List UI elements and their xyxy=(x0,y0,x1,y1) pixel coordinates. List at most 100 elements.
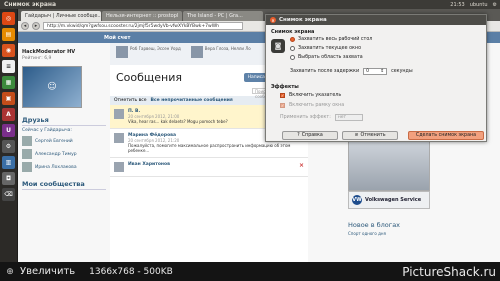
tab-prostopl[interactable]: Нельзя-интернет :: prostopl xyxy=(102,11,182,21)
include-border-checkbox[interactable]: ✓ xyxy=(280,103,285,108)
button-label: Отменить xyxy=(360,133,386,138)
watermark: PictureShack.ru xyxy=(402,264,496,279)
profile-name[interactable]: HackModerator HV xyxy=(22,49,106,55)
button-label: Справка xyxy=(301,133,323,138)
friend-name[interactable]: Сергей Евгений xyxy=(35,139,73,144)
firefox-icon[interactable]: ◉ xyxy=(2,44,15,57)
ad-item[interactable]: Вера Глоза, Нелли Ло xyxy=(190,46,251,62)
delete-message-icon[interactable]: × xyxy=(299,162,304,172)
ad-photo xyxy=(190,46,203,58)
select-all-link[interactable]: Отметить все xyxy=(114,98,146,103)
forward-icon[interactable]: ▸ xyxy=(32,22,40,30)
sender-avatar[interactable] xyxy=(114,109,124,119)
top-panel: Снимок экрана 21:53 ubuntu ⚙ xyxy=(0,0,500,9)
delay-value[interactable]: 0 xyxy=(366,69,369,74)
pointer-checkbox-row[interactable]: ✓ Включить указатель xyxy=(280,93,341,98)
message-text: Пожалуйста, помогите максимальное распро… xyxy=(128,143,291,153)
ad-banner[interactable]: VW Volkswagen Service xyxy=(348,191,430,209)
checkbox-label: Включить указатель xyxy=(289,93,342,98)
writer-icon[interactable]: ≡ xyxy=(2,60,15,73)
close-icon[interactable]: × xyxy=(270,17,276,23)
take-screenshot-button[interactable]: Сделать снимок экрана xyxy=(408,131,484,140)
camera-icon: ◙ xyxy=(271,39,285,53)
clock[interactable]: 21:53 xyxy=(450,2,464,8)
back-icon[interactable]: ◂ xyxy=(21,22,29,30)
zoom-link[interactable]: Увеличить xyxy=(20,266,75,277)
radio-label: Захватить весь рабочий стол xyxy=(298,37,373,42)
cancel-icon: ⊘ xyxy=(354,133,359,138)
launcher: ◎ ▤ ◉ ≡ ▦ ▣ A U ⚙ ▥ ◘ ⌫ xyxy=(0,9,18,281)
screenshot-dialog: × Снимок экрана Снимок экрана ◙ Захватить… xyxy=(265,14,487,142)
sender-avatar[interactable] xyxy=(114,162,124,172)
image-host-footer: ⊕ Увеличить 1366x768 - 500KB PictureShac… xyxy=(0,262,500,281)
files-icon[interactable]: ▤ xyxy=(2,28,15,41)
friends-heading[interactable]: Друзья xyxy=(22,116,106,126)
radio-whole-desktop[interactable]: Захватить весь рабочий стол xyxy=(290,37,372,42)
dash-icon[interactable]: ◎ xyxy=(2,12,15,25)
trash-icon[interactable]: ⌫ xyxy=(2,188,15,201)
zoom-icon[interactable]: ⊕ xyxy=(4,266,16,278)
impress-icon[interactable]: ▣ xyxy=(2,92,15,105)
ad-item[interactable]: Роб Гарвеш, Эссен Уорд xyxy=(116,46,181,62)
button-label: Сделать снимок экрана xyxy=(415,133,477,138)
capture-section-heading: Снимок экрана xyxy=(271,29,315,35)
ubuntu-one-icon[interactable]: U xyxy=(2,124,15,137)
border-checkbox-row[interactable]: ✓ Включить рамку окна xyxy=(280,103,344,108)
workspaces-icon[interactable]: ▥ xyxy=(2,156,15,169)
ad-text: Роб Гарвеш, Эссен Уорд xyxy=(130,46,181,51)
spinner-arrows-icon[interactable]: ⇕ xyxy=(380,69,384,74)
friend-name[interactable]: Александр Тимур xyxy=(35,152,77,157)
unread-messages-link[interactable]: Все непрочитанные сообщения xyxy=(150,98,232,103)
message-row[interactable]: Иван Харитонов × xyxy=(110,158,308,177)
friends-online-label: Сейчас у Гайдарыча: xyxy=(22,128,72,133)
include-pointer-checkbox[interactable]: ✓ xyxy=(280,93,285,98)
tab-vk-messages[interactable]: Гайдарыч | Личные сообще... xyxy=(21,11,101,21)
software-center-icon[interactable]: A xyxy=(2,108,15,121)
friend-item[interactable]: Ирина Лохлакова xyxy=(22,162,106,172)
dialog-titlebar: × Снимок экрана xyxy=(266,15,486,25)
page-title: Сообщения xyxy=(116,71,183,84)
power-icon[interactable]: ⚙ xyxy=(493,2,497,8)
checkbox-label: Включить рамку окна xyxy=(289,103,345,108)
sender-name[interactable]: Иван Харитонов xyxy=(128,162,295,167)
sender-avatar[interactable] xyxy=(114,133,124,143)
friend-item[interactable]: Сергей Евгений xyxy=(22,136,106,146)
friend-avatar xyxy=(22,136,32,146)
tab-the-island[interactable]: The Island - PC | Gra... xyxy=(183,11,263,21)
radio-dot[interactable] xyxy=(290,37,295,42)
ad-text: Вера Глоза, Нелли Ло xyxy=(204,46,251,51)
left-column: HackModerator HV Рейтинг: 6,9 ☺ Друзья С… xyxy=(18,43,110,271)
help-icon: ? xyxy=(297,133,300,138)
url-bar[interactable]: http://m.vkwid/qm?gwfsou.scooster.ru/2jm… xyxy=(43,22,243,30)
radio-dot[interactable] xyxy=(290,55,295,60)
radio-dot[interactable] xyxy=(290,46,295,51)
camera-icon[interactable]: ◘ xyxy=(2,172,15,185)
help-button[interactable]: ? Справка xyxy=(282,131,338,140)
calc-icon[interactable]: ▦ xyxy=(2,76,15,89)
delay-spinner[interactable]: 0 ⇕ xyxy=(363,68,388,75)
friend-avatar xyxy=(22,149,32,159)
active-window-title: Снимок экрана xyxy=(4,1,57,8)
blog-link[interactable]: Спорт одного дня xyxy=(348,231,386,236)
apply-effect-label: Применить эффект: xyxy=(280,115,331,120)
apply-effect-row: Применить эффект: нет xyxy=(280,114,363,121)
cancel-button[interactable]: ⊘ Отменить xyxy=(342,131,398,140)
radio-current-window[interactable]: Захватить текущее окно xyxy=(290,46,361,51)
settings-icon[interactable]: ⚙ xyxy=(2,140,15,153)
header-link[interactable]: Мой счет xyxy=(104,35,130,41)
effects-section-heading: Эффекты xyxy=(271,84,299,90)
vw-logo-icon: VW xyxy=(352,195,362,205)
communities-heading[interactable]: Мои сообщества xyxy=(22,180,106,190)
blogs-heading[interactable]: Новое в блогах xyxy=(348,221,400,229)
delay-unit: секунды xyxy=(391,69,413,74)
image-size: 1366x768 - 500KB xyxy=(89,266,173,277)
radio-label: Выбрать область захвата xyxy=(298,55,363,60)
profile-rating: Рейтинг: 6,9 xyxy=(22,56,52,61)
ad-photo xyxy=(116,46,128,58)
friend-item[interactable]: Александр Тимур xyxy=(22,149,106,159)
apply-effect-select[interactable]: нет xyxy=(334,114,363,121)
radio-select-area[interactable]: Выбрать область захвата xyxy=(290,55,363,60)
user-menu[interactable]: ubuntu xyxy=(470,2,488,8)
friend-name[interactable]: Ирина Лохлакова xyxy=(35,165,77,170)
avatar[interactable]: ☺ xyxy=(22,66,82,108)
